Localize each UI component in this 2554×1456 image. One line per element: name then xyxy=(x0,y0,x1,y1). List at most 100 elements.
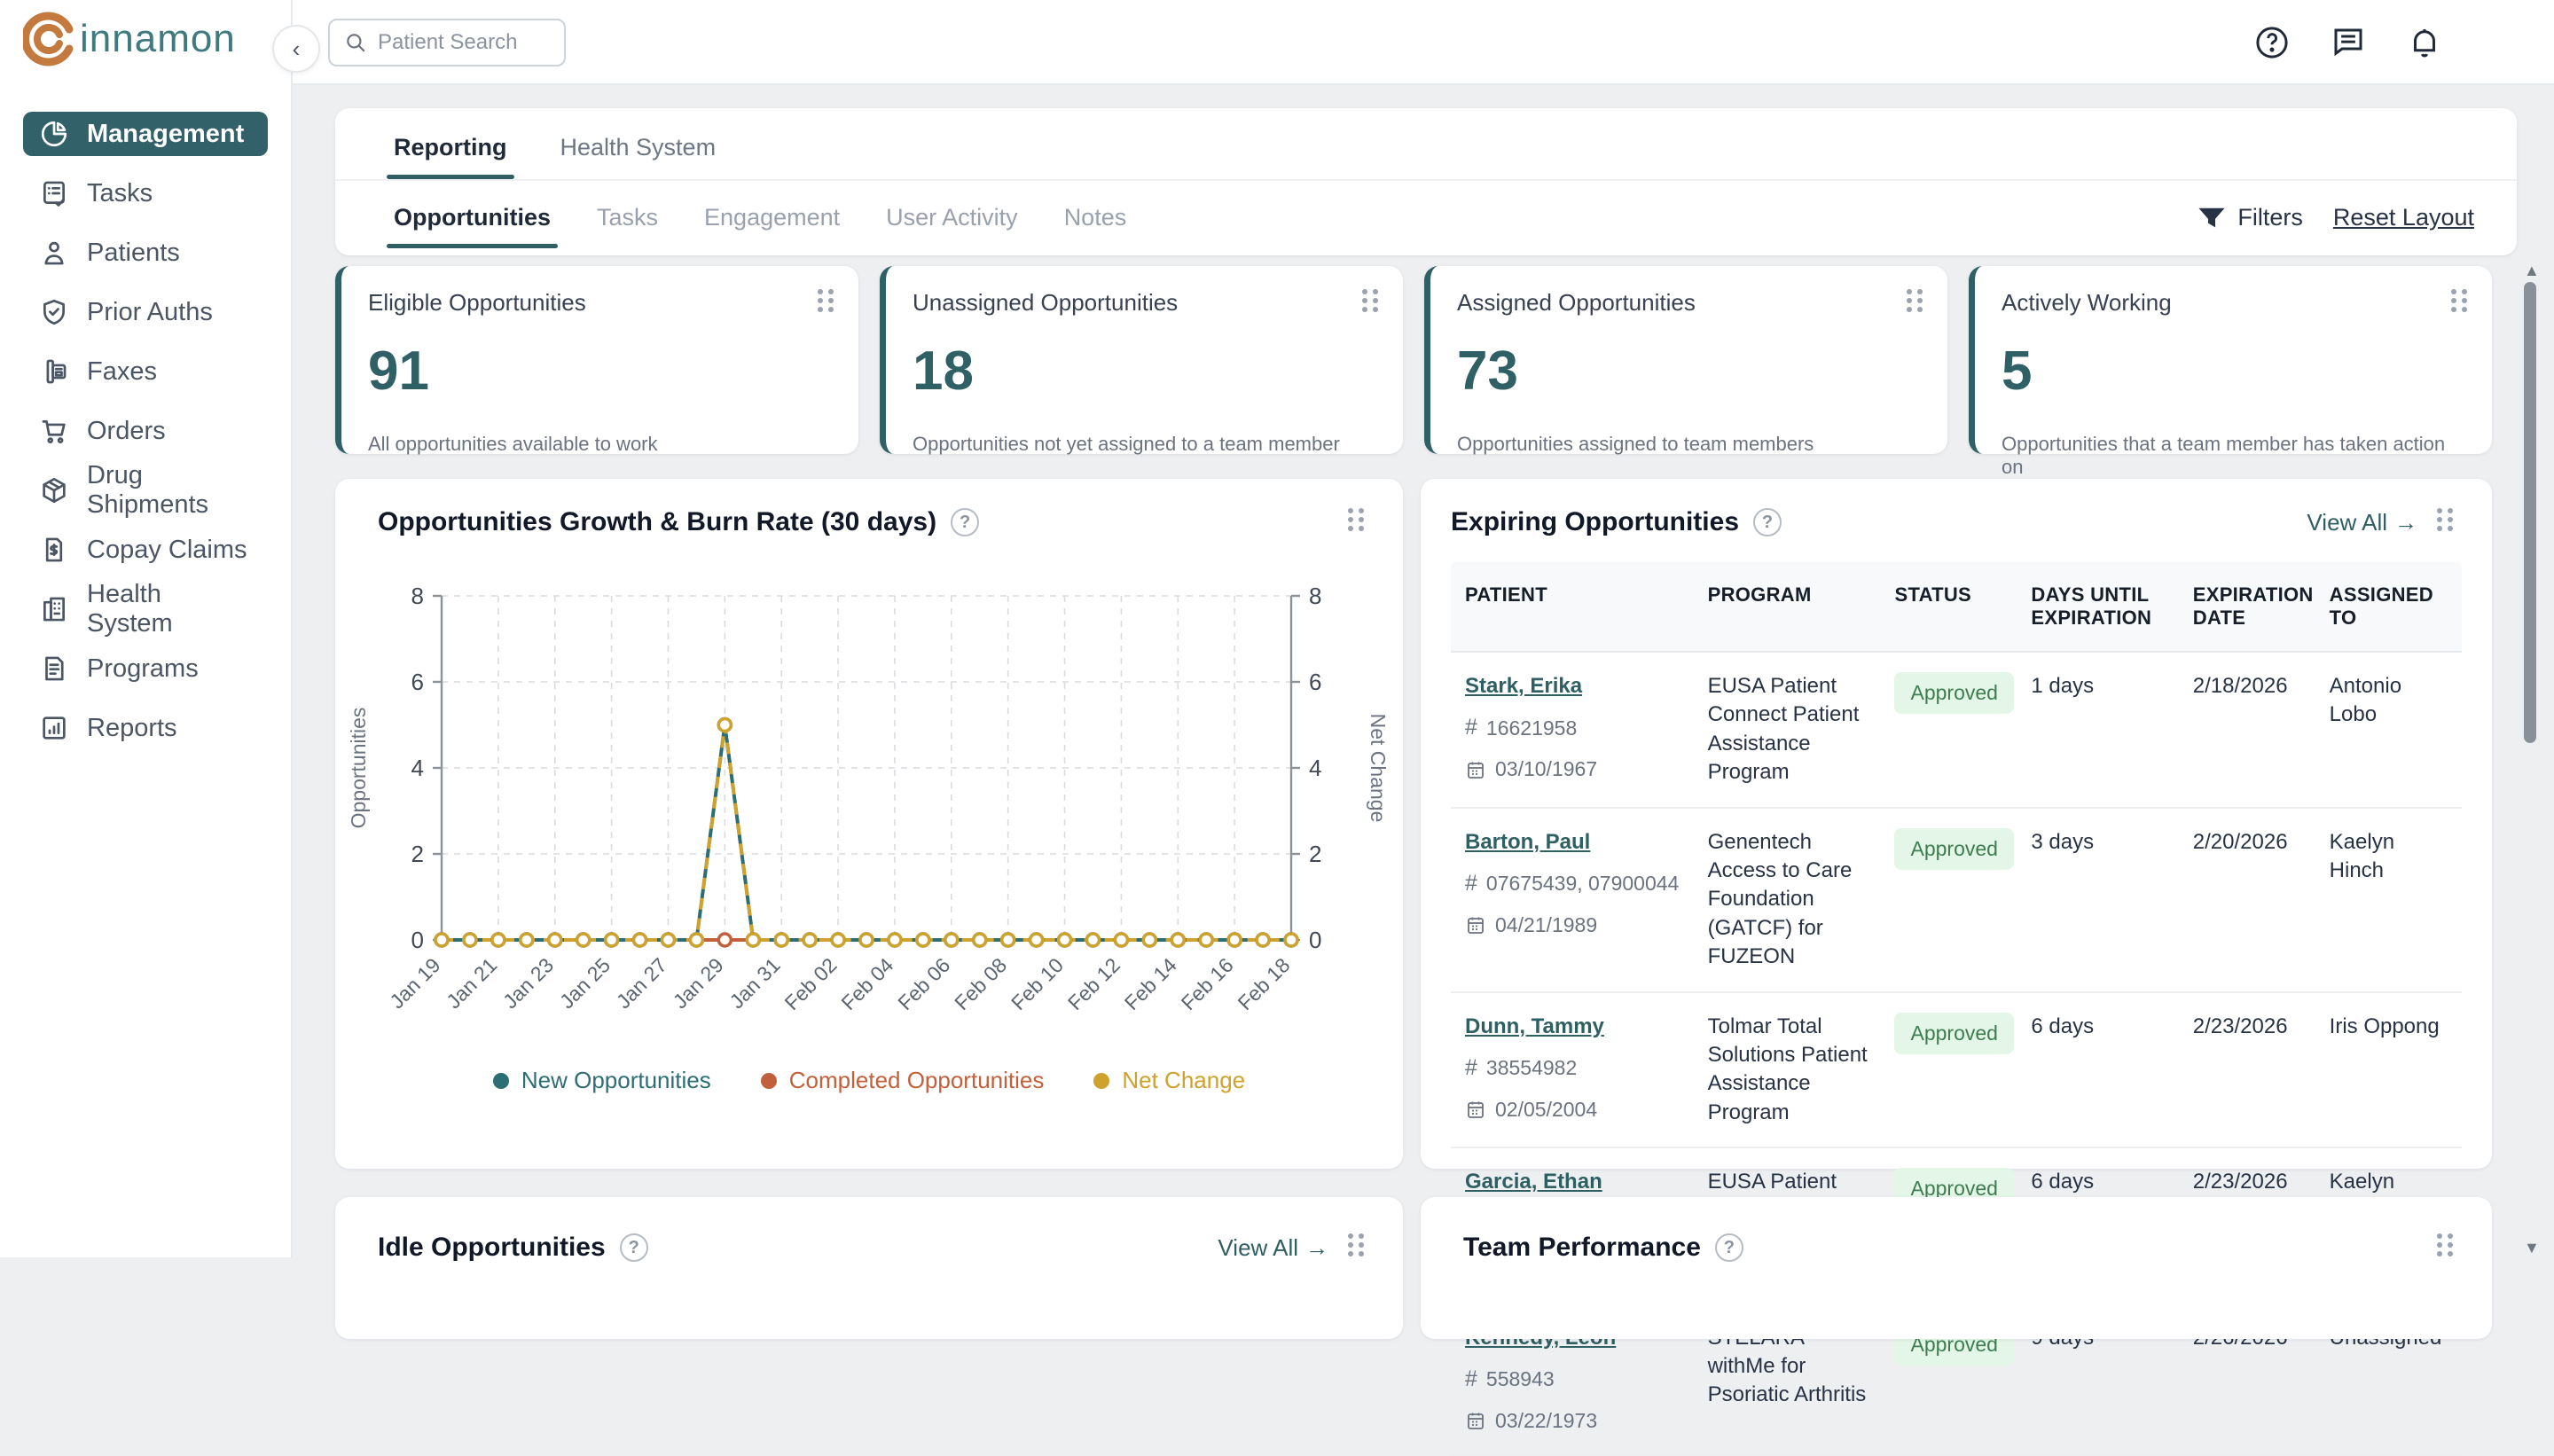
stat-drag-handle[interactable] xyxy=(1907,289,1926,317)
patient-name-link[interactable]: Garcia, Ethan xyxy=(1465,1170,1602,1194)
stat-drag-handle[interactable] xyxy=(818,289,837,317)
growth-burn-line-chart: 0022446688Jan 19Jan 21Jan 23Jan 25Jan 27… xyxy=(335,564,1403,1061)
table-row: Stark, Erika #16621958 03/10/1967 EUSA P… xyxy=(1451,653,2462,809)
chart-help-icon[interactable]: ? xyxy=(951,508,979,536)
svg-text:Jan 29: Jan 29 xyxy=(669,953,728,1013)
svg-text:Feb 02: Feb 02 xyxy=(780,953,842,1014)
patient-cell: Dunn, Tammy #38554982 02/05/2004 xyxy=(1451,993,1694,1147)
subtab-notes[interactable]: Notes xyxy=(1064,181,1127,254)
program-cell: Genentech Access to Care Foundation (GAT… xyxy=(1694,809,1881,991)
svg-text:Feb 06: Feb 06 xyxy=(893,953,954,1014)
tab-health-system[interactable]: Health System xyxy=(560,134,717,179)
stat-description: All opportunities available to work xyxy=(368,433,832,456)
sidebar-collapse-button[interactable]: ‹ xyxy=(272,25,320,73)
expiring-help-icon[interactable]: ? xyxy=(1753,508,1782,536)
sidebar-item-tasks[interactable]: Tasks xyxy=(23,171,268,215)
expiring-view-all-link[interactable]: View All → xyxy=(2307,509,2417,536)
sidebar-item-orders[interactable]: Orders xyxy=(23,409,268,453)
stat-title: Actively Working xyxy=(2002,289,2465,317)
notification-badge: 4 xyxy=(2426,39,2456,69)
status-cell: Approved xyxy=(1880,993,2017,1147)
sidebar-item-reports[interactable]: Reports xyxy=(23,706,268,750)
patient-name-link[interactable]: Stark, Erika xyxy=(1465,674,1582,698)
filters-button[interactable]: Filters xyxy=(2198,204,2303,231)
legend-item[interactable]: Net Change xyxy=(1093,1067,1245,1094)
sidebar-item-label: Reports xyxy=(87,714,177,743)
patient-dob: 02/05/2004 xyxy=(1495,1096,1597,1123)
legend-dot xyxy=(493,1073,509,1089)
app-logo[interactable]: innamon xyxy=(23,12,268,66)
patient-name-link[interactable]: Dunn, Tammy xyxy=(1465,1014,1604,1038)
legend-label: New Opportunities xyxy=(521,1067,711,1094)
person-icon xyxy=(39,238,69,268)
dollar-doc-icon xyxy=(39,535,69,565)
chat-icon xyxy=(2330,24,2367,61)
cart-icon xyxy=(39,416,69,446)
sidebar-item-programs[interactable]: Programs xyxy=(23,646,268,691)
svg-text:6: 6 xyxy=(411,669,424,695)
messages-button[interactable] xyxy=(2329,23,2368,62)
stat-drag-handle[interactable] xyxy=(2451,289,2471,317)
subtab-user-activity[interactable]: User Activity xyxy=(886,181,1018,254)
tabs-card: Reporting Health System Opportunities Task… xyxy=(335,108,2517,255)
idle-drag-handle[interactable] xyxy=(1348,1233,1367,1262)
patient-name-link[interactable]: Barton, Paul xyxy=(1465,830,1590,854)
sidebar-item-patients[interactable]: Patients xyxy=(23,231,268,275)
legend-label: Completed Opportunities xyxy=(789,1067,1045,1094)
subtab-tasks[interactable]: Tasks xyxy=(597,181,658,254)
stat-title: Assigned Opportunities xyxy=(1457,289,1921,317)
task-list-icon xyxy=(39,178,69,208)
team-help-icon[interactable]: ? xyxy=(1715,1233,1743,1262)
sidebar-item-label: Management xyxy=(87,120,244,149)
patient-ids: 38554982 xyxy=(1486,1054,1577,1082)
scrollbar-thumb[interactable] xyxy=(2524,282,2536,743)
svg-text:Jan 25: Jan 25 xyxy=(555,953,615,1013)
column-header: DAYS UNTIL EXPIRATION xyxy=(2017,562,2178,651)
stat-drag-handle[interactable] xyxy=(1362,289,1382,317)
days-cell: 1 days xyxy=(2017,653,2178,807)
sidebar-item-faxes[interactable]: Faxes xyxy=(23,349,268,394)
idle-help-icon[interactable]: ? xyxy=(620,1233,648,1262)
sidebar-item-label: Copay Claims xyxy=(87,536,247,565)
calendar-icon xyxy=(1465,759,1486,780)
sidebar-item-label: Patients xyxy=(87,239,180,268)
svg-text:Jan 27: Jan 27 xyxy=(612,953,671,1013)
logo-wordmark: innamon xyxy=(80,17,236,61)
patient-search-input[interactable] xyxy=(378,30,537,55)
reset-layout-link[interactable]: Reset Layout xyxy=(2333,204,2474,231)
sidebar-item-health-system[interactable]: Health System xyxy=(23,587,268,631)
scroll-up-arrow[interactable]: ▲ xyxy=(2524,262,2538,278)
legend-item[interactable]: New Opportunities xyxy=(493,1067,711,1094)
notifications-button[interactable]: 4 xyxy=(2405,23,2444,62)
sidebar-item-label: Programs xyxy=(87,654,199,684)
scroll-down-arrow[interactable]: ▼ xyxy=(2524,1240,2538,1256)
legend-item[interactable]: Completed Opportunities xyxy=(761,1067,1045,1094)
patient-search[interactable] xyxy=(328,19,566,67)
subtab-opportunities[interactable]: Opportunities xyxy=(394,181,551,254)
team-performance-card: Team Performance ? xyxy=(1421,1197,2492,1339)
assigned-cell: Kaelyn Hinch xyxy=(2315,809,2462,991)
subtab-engagement[interactable]: Engagement xyxy=(704,181,840,254)
patient-ids: 07675439, 07900044 xyxy=(1486,870,1679,897)
sidebar-item-copay-claims[interactable]: Copay Claims xyxy=(23,528,268,572)
expiring-drag-handle[interactable] xyxy=(2437,508,2456,536)
sidebar-item-prior-auths[interactable]: Prior Auths xyxy=(23,290,268,334)
sidebar-item-drug-shipments[interactable]: Drug Shipments xyxy=(23,468,268,513)
user-avatar[interactable]: AS xyxy=(2481,18,2531,67)
expiring-table-header: PATIENTPROGRAMSTATUSDAYS UNTIL EXPIRATIO… xyxy=(1451,562,2462,653)
stat-card-unassigned-opportunities: Unassigned Opportunities 18 Opportunitie… xyxy=(880,266,1403,454)
sidebar-item-management[interactable]: Management xyxy=(23,112,268,156)
chart-drag-handle[interactable] xyxy=(1348,508,1367,536)
patient-dob: 03/10/1967 xyxy=(1495,755,1597,783)
tab-reporting[interactable]: Reporting xyxy=(394,134,507,179)
column-header: ASSIGNED TO xyxy=(2315,562,2462,651)
document-icon xyxy=(39,654,69,684)
idle-opportunities-card: Idle Opportunities ? View All → xyxy=(335,1197,1403,1339)
team-drag-handle[interactable] xyxy=(2437,1233,2456,1262)
days-cell: 3 days xyxy=(2017,809,2178,991)
status-badge: Approved xyxy=(1894,828,2013,870)
help-button[interactable] xyxy=(2252,23,2292,62)
stat-description: Opportunities that a team member has tak… xyxy=(2002,433,2465,479)
svg-text:Jan 23: Jan 23 xyxy=(498,953,558,1013)
vertical-scrollbar[interactable]: ▲ ▼ xyxy=(2522,262,2540,1257)
